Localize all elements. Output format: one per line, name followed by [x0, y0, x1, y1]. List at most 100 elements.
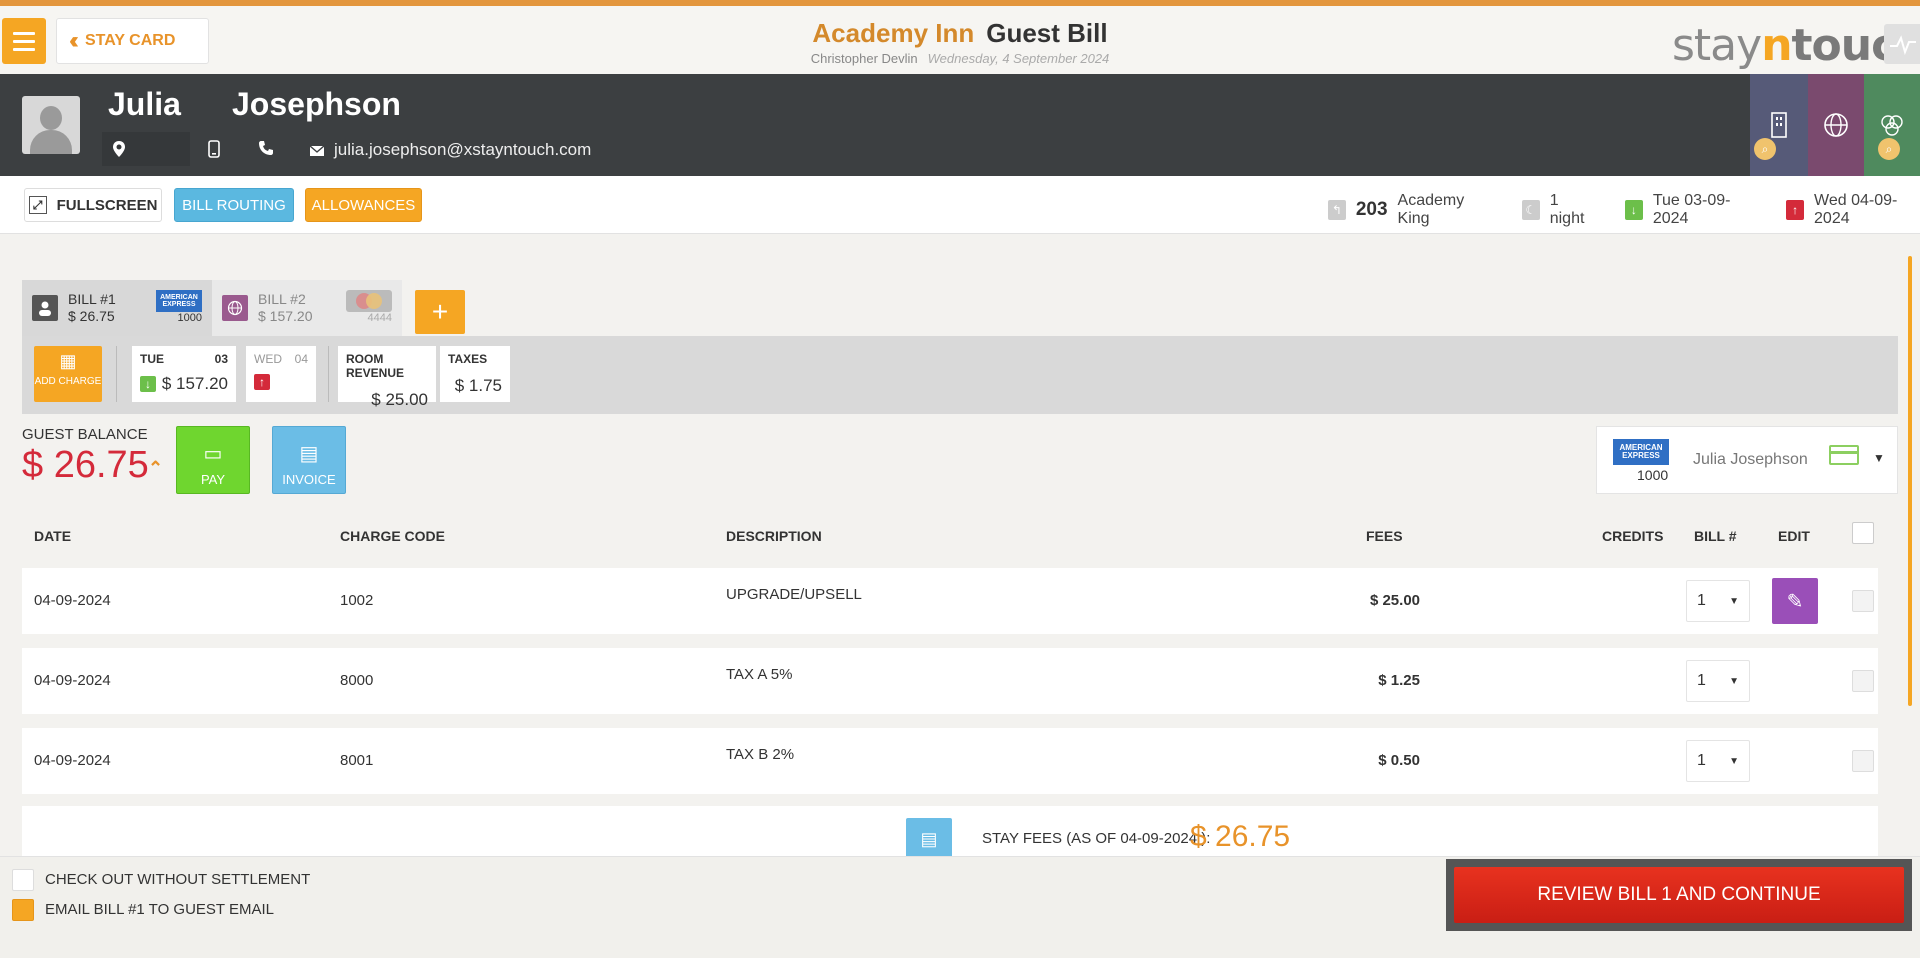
footer: CHECK OUT WITHOUT SETTLEMENT EMAIL BILL …	[0, 856, 1920, 958]
avatar[interactable]	[22, 96, 80, 154]
menu-button[interactable]	[2, 18, 46, 64]
bill-card: AMERICAN EXPRESS 1000	[156, 290, 202, 324]
nights: 1 night	[1549, 192, 1585, 227]
stay-fees-summary: ▤ STAY FEES (AS OF 04-09-2024 ): $ 26.75	[22, 806, 1878, 860]
document-icon: ▤	[299, 443, 319, 465]
user-name: Christopher Devlin	[810, 51, 918, 66]
page-title: Guest Bill	[986, 18, 1108, 48]
company-card-tab[interactable]: ⌕	[1750, 74, 1808, 176]
guest-first-name[interactable]: Julia	[108, 86, 181, 123]
top-bar: ‹‹ STAY CARD Academy Inn Guest Bill Chris…	[0, 6, 1920, 74]
brand-logo: stayntouch	[1672, 20, 1920, 71]
bill-amount: $ 26.75	[68, 308, 115, 324]
invoice-button[interactable]: ▤ INVOICE	[272, 426, 346, 494]
room-revenue-card: ROOM REVENUE $ 25.00	[338, 346, 436, 409]
guest-last-name[interactable]: Josephson	[232, 86, 401, 123]
mastercard-icon	[346, 290, 392, 312]
action-bar: ⤢ FULLSCREEN BILL ROUTING ALLOWANCES ↰ 2…	[0, 176, 1920, 234]
bill-label: BILL #1	[68, 290, 116, 307]
select-all-checkbox[interactable]	[1852, 522, 1874, 544]
table-header: DATE CHARGE CODE DESCRIPTION FEES CREDIT…	[22, 522, 1878, 550]
card-number: 1000	[177, 312, 202, 324]
room-type: Academy King	[1397, 192, 1465, 227]
table-row: 04-09-2024 8000 TAX A 5% $ 1.25 1 ▼	[22, 648, 1878, 714]
page-header: Academy Inn Guest Bill Christopher Devlin…	[780, 18, 1140, 66]
day-card-wed[interactable]: WED 04 ↑	[246, 346, 316, 402]
bill-tab-2[interactable]: BILL #2 $ 157.20 4444	[212, 280, 402, 336]
group-tab[interactable]: ⌕	[1864, 74, 1920, 176]
expand-icon: ⤢	[28, 196, 47, 214]
phone-icon[interactable]	[258, 140, 274, 161]
add-bill-button[interactable]: +	[415, 290, 465, 334]
departure-date: Wed 04-09-2024	[1814, 192, 1898, 227]
row-checkbox[interactable]	[1852, 670, 1874, 692]
pay-button[interactable]: ▭ PAY	[176, 426, 250, 494]
departure-arrow-icon: ↑	[254, 374, 270, 390]
fullscreen-button[interactable]: ⤢ FULLSCREEN	[24, 188, 162, 222]
day-card-tue[interactable]: TUE 03 ↓ $ 157.20	[132, 346, 236, 402]
bill-summary: ▦ ADD CHARGE TUE 03 ↓ $ 157.20 WED 04 ↑ RO…	[22, 336, 1898, 414]
search-icon: ⌕	[1754, 138, 1776, 160]
search-icon: ⌕	[1878, 138, 1900, 160]
bill-select[interactable]: 1 ▼	[1686, 660, 1750, 702]
reservation-info: ↰ 203 Academy King ☾ 1 night ↓ Tue 03-09…	[1328, 192, 1920, 228]
checkout-without-settlement-label[interactable]: CHECK OUT WITHOUT SETTLEMENT	[45, 871, 310, 888]
hamburger-icon	[13, 31, 35, 35]
location-pin-icon	[113, 141, 125, 157]
guest-balance-label: GUEST BALANCE	[22, 426, 148, 443]
bill-label: BILL #2	[258, 290, 306, 307]
arrival-arrow-icon: ↓	[1625, 200, 1643, 220]
allowances-button[interactable]: ALLOWANCES	[305, 188, 422, 222]
receipt-icon: ▤	[906, 818, 952, 860]
bill-routing-button[interactable]: BILL ROUTING	[174, 188, 294, 222]
scrollbar[interactable]	[1908, 256, 1912, 706]
pencil-icon: ✎	[1786, 590, 1804, 613]
travel-agent-tab[interactable]	[1808, 74, 1864, 176]
side-tabs: ⌕ ⌕	[1750, 74, 1920, 176]
stay-fees-amount: $ 26.75	[1190, 820, 1291, 853]
row-checkbox[interactable]	[1852, 750, 1874, 772]
row-checkbox[interactable]	[1852, 590, 1874, 612]
bill-card: 4444	[346, 290, 392, 324]
card-number: 1000	[1637, 467, 1669, 483]
stay-card-button[interactable]: ‹‹ STAY CARD	[56, 18, 209, 64]
person-icon	[32, 295, 58, 321]
email-bill-label[interactable]: EMAIL BILL #1 TO GUEST EMAIL	[45, 901, 274, 918]
caret-down-icon: ▼	[1729, 595, 1739, 607]
hotel-name: Academy Inn	[812, 18, 975, 48]
add-charge-button[interactable]: ▦ ADD CHARGE	[34, 346, 102, 402]
guest-balance-amount: $ 26.75	[22, 444, 149, 486]
checkout-without-settlement-checkbox[interactable]	[12, 869, 34, 891]
review-bill-continue-button[interactable]: REVIEW BILL 1 AND CONTINUE	[1454, 867, 1904, 923]
guest-email[interactable]: julia.josephson@xstayntouch.com	[334, 140, 591, 160]
email-icon	[309, 144, 325, 159]
edit-button[interactable]: ✎	[1772, 578, 1818, 624]
bill-tabs: BILL #1 $ 26.75 AMERICAN EXPRESS 1000 BI…	[22, 280, 402, 336]
credit-card-icon	[1829, 445, 1859, 465]
arrival-date: Tue 03-09-2024	[1652, 192, 1731, 227]
bill-select[interactable]: 1 ▼	[1686, 580, 1750, 622]
review-bill-container: REVIEW BILL 1 AND CONTINUE	[1446, 859, 1912, 931]
moon-icon: ☾	[1521, 200, 1540, 220]
globe-icon	[222, 295, 248, 321]
bill-select[interactable]: 1 ▼	[1686, 740, 1750, 782]
address-field[interactable]	[102, 132, 190, 166]
room-icon: ↰	[1328, 200, 1346, 220]
mobile-icon[interactable]	[208, 140, 220, 163]
amex-card-icon: AMERICAN EXPRESS	[1613, 439, 1669, 465]
email-bill-checkbox[interactable]	[12, 899, 34, 921]
payment-method-selector[interactable]: AMERICAN EXPRESS 1000 Julia Josephson ▼	[1596, 426, 1898, 494]
globe-icon	[1824, 113, 1848, 137]
caret-down-icon: ▼	[1729, 755, 1739, 767]
departure-arrow-icon: ↑	[1786, 200, 1805, 220]
caret-down-icon: ▼	[1873, 451, 1885, 465]
bill-tab-1[interactable]: BILL #1 $ 26.75 AMERICAN EXPRESS 1000	[22, 280, 212, 336]
amex-card-icon: AMERICAN EXPRESS	[156, 290, 202, 312]
taxes-card: TAXES $ 1.75	[440, 346, 510, 402]
building-icon	[1771, 112, 1787, 138]
card-number: 4444	[367, 312, 392, 324]
room-number: 203	[1355, 199, 1388, 220]
wallet-icon: ▭	[203, 443, 223, 465]
activity-pulse-button[interactable]	[1884, 24, 1920, 64]
table-row: 04-09-2024 8001 TAX B 2% $ 0.50 1 ▼	[22, 728, 1878, 794]
